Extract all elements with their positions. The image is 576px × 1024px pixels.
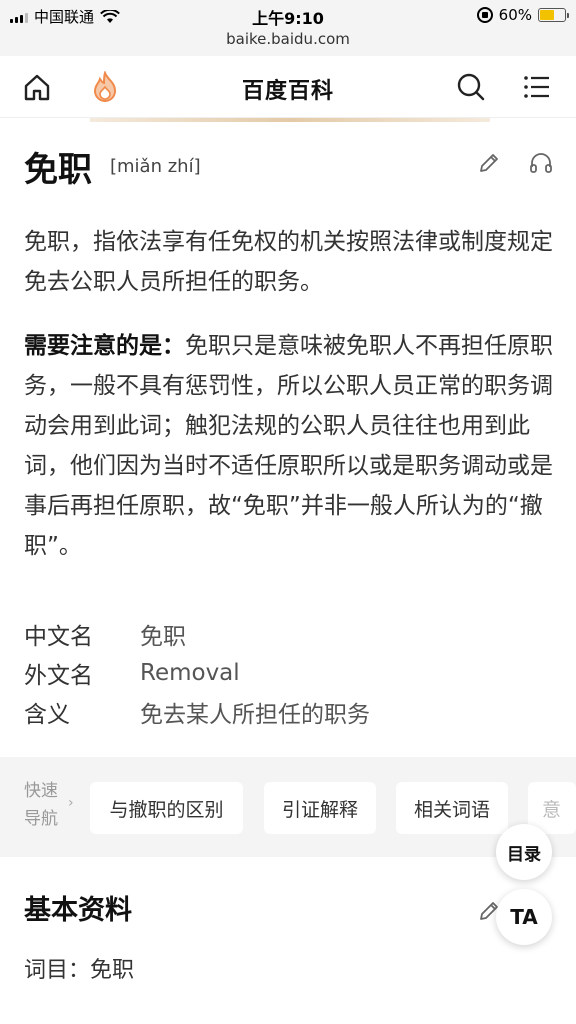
- info-value: 免去某人所担任的职务: [140, 701, 370, 728]
- info-row: 外文名 Removal: [24, 653, 554, 692]
- quick-nav-label: 快速 导航: [24, 777, 58, 833]
- entry-title-row: 免职 [miǎn zhí]: [24, 142, 554, 192]
- header-title: 百度百科: [241, 79, 334, 104]
- info-value: Removal: [140, 659, 240, 686]
- info-row: 中文名 免职: [24, 614, 554, 653]
- info-row: 含义 免去某人所担任的职务: [24, 692, 554, 731]
- entry-note: 需要注意的是：免职只是意味被免职人不再担任原职务，一般不具有惩罚性，所以公职人员…: [24, 326, 554, 566]
- status-bar: 中国联通 上午9:10 60% baike.baidu.com: [0, 0, 576, 56]
- info-key: 外文名: [24, 662, 93, 689]
- battery-percent: 60%: [498, 6, 532, 24]
- battery-icon: [538, 8, 569, 22]
- quick-nav-item[interactable]: 相关词语: [396, 782, 508, 834]
- quick-nav: 快速 导航 › 与撤职的区别 引证解释 相关词语 意: [0, 757, 576, 857]
- app-header: 百度百科: [0, 56, 576, 118]
- menu-icon[interactable]: [520, 70, 554, 104]
- table-of-contents-button[interactable]: 目录: [496, 824, 552, 880]
- header-banner-edge: [90, 118, 490, 122]
- quick-nav-item[interactable]: 引证解释: [264, 782, 376, 834]
- section-title-basic-info: 基本资料: [24, 895, 132, 926]
- entry-pinyin: [miǎn zhí]: [110, 156, 201, 177]
- note-label: 需要注意的是：: [24, 333, 185, 359]
- address-bar-url[interactable]: baike.baidu.com: [0, 30, 576, 48]
- basic-info-entry: 词目：免职: [24, 958, 135, 983]
- ta-button[interactable]: TA: [496, 889, 552, 945]
- quick-nav-item[interactable]: 与撤职的区别: [90, 782, 243, 834]
- headphones-icon[interactable]: [528, 150, 554, 176]
- rotation-lock-icon: [476, 7, 493, 23]
- info-key: 含义: [24, 701, 70, 728]
- edit-icon[interactable]: [476, 150, 502, 176]
- search-icon[interactable]: [454, 70, 488, 104]
- status-right: 60%: [476, 6, 569, 24]
- chevron-right-icon: ›: [68, 795, 74, 811]
- info-table: 中文名 免职 外文名 Removal 含义 免去某人所担任的职务: [24, 614, 554, 731]
- quick-nav-label-line1: 快速: [24, 781, 58, 801]
- entry-summary: 免职，指依法享有任免权的机关按照法律或制度规定免去公职人员所担任的职务。: [24, 229, 553, 295]
- note-text: 免职只是意味被免职人不再担任原职务，一般不具有惩罚性，所以公职人员正常的职务调动…: [24, 333, 553, 559]
- quick-nav-label-line2: 导航: [24, 809, 58, 829]
- info-key: 中文名: [24, 623, 93, 650]
- entry-term: 免职: [24, 150, 92, 190]
- info-value: 免职: [140, 623, 186, 650]
